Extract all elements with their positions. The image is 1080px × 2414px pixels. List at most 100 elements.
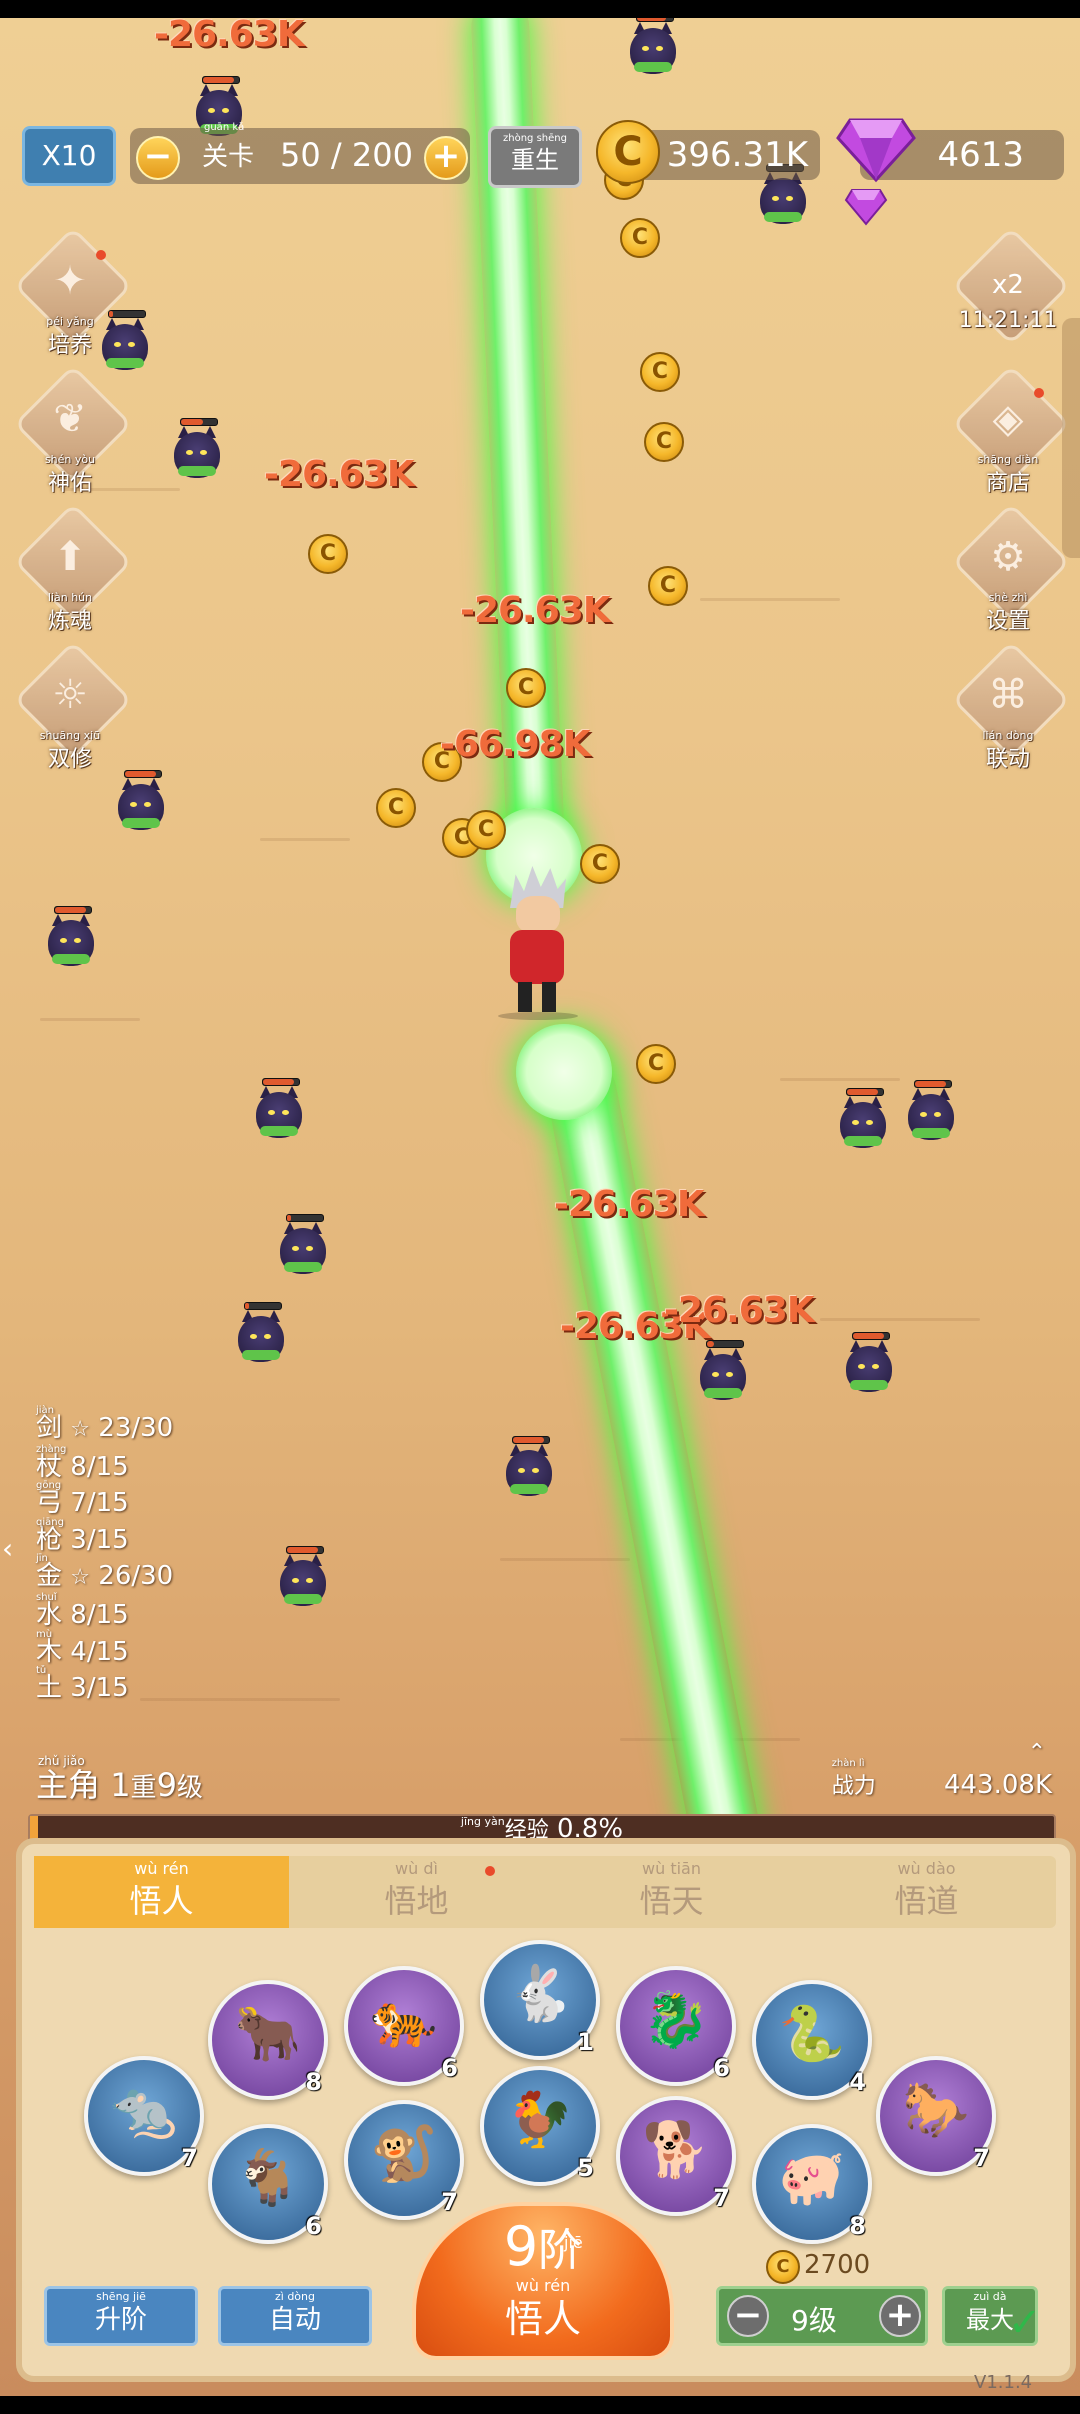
double-reward-button[interactable]: x2 11:21:11: [951, 226, 1071, 346]
double-bag-icon: x2: [992, 270, 1024, 300]
dual-cultivate-button[interactable]: ☼ shuāng xiū 双修: [13, 640, 133, 772]
laser-beam-lower: [540, 1051, 766, 1870]
monster[interactable]: [842, 1332, 896, 1396]
monster[interactable]: [114, 770, 168, 834]
stat-row: tǔ 土 3/15: [36, 1665, 129, 1704]
bless-icon: ❦: [53, 396, 87, 442]
gold-coin-drop[interactable]: C: [376, 788, 416, 828]
zodiac-monkey[interactable]: 🐒 7: [344, 2100, 464, 2220]
gold-coin-drop[interactable]: C: [636, 1044, 676, 1084]
monster[interactable]: [170, 418, 224, 482]
settings-button[interactable]: ⚙ shè zhì 设置: [951, 502, 1071, 634]
laser-beam-lower-tip: [516, 1024, 612, 1120]
gem-icon: [836, 118, 916, 183]
stat-row: mù 木 4/15: [36, 1628, 129, 1667]
monster[interactable]: [276, 1546, 330, 1610]
version-label: V1.1.4: [974, 2372, 1033, 2393]
side-drawer-tab[interactable]: [1062, 318, 1080, 558]
pig-icon: 🐖: [778, 2146, 846, 2209]
damage-number: -26.63K: [554, 1184, 705, 1225]
stage-value: 50 / 200: [280, 136, 413, 174]
snake-icon: 🐍: [778, 2002, 846, 2065]
dog-icon: 🐕: [642, 2118, 710, 2181]
level-stepper: − 9级 +: [716, 2286, 928, 2346]
stats-collapse-arrow[interactable]: ‹: [2, 1532, 13, 1565]
damage-number: -26.63K: [264, 454, 415, 495]
zodiac-snake[interactable]: 🐍 4: [752, 1980, 872, 2100]
rebirth-button[interactable]: zhòng shēng 重生: [488, 126, 582, 188]
combat-power: zhàn lì 战力 443.08K ⌃: [831, 1740, 1052, 1800]
player-level: zhǔ jiǎo 主角 1重9级: [36, 1754, 203, 1804]
zodiac-goat[interactable]: 🐐 6: [208, 2124, 328, 2244]
auto-button[interactable]: zì dòng 自动: [218, 2286, 372, 2346]
soul-refine-icon: ⬆: [53, 534, 87, 580]
gold-coin-drop[interactable]: C: [644, 422, 684, 462]
cultivate-icon: ✦: [53, 258, 87, 304]
level-plus-button[interactable]: +: [879, 2295, 921, 2337]
collab-button[interactable]: ⌘ lián dòng 联动: [951, 640, 1071, 772]
monster[interactable]: [502, 1436, 556, 1500]
gold-value: 396.31K: [666, 135, 808, 175]
zodiac-horse[interactable]: 🐎 7: [876, 2056, 996, 2176]
damage-number: -66.98K: [440, 724, 591, 765]
level-minus-button[interactable]: −: [727, 2295, 769, 2337]
zodiac-dragon[interactable]: 🐉 6: [616, 1966, 736, 2086]
bless-button[interactable]: ❦ shén yòu 神佑: [13, 364, 133, 496]
stage-next-button[interactable]: +: [424, 136, 468, 180]
stat-row: qiāng 枪 3/15: [36, 1516, 129, 1555]
ox-icon: 🐂: [234, 2002, 302, 2065]
zodiac-tiger[interactable]: 🐅 6: [344, 1966, 464, 2086]
monster[interactable]: [44, 906, 98, 970]
stage-prev-button[interactable]: −: [136, 136, 180, 180]
cultivate-button[interactable]: ✦ péi yǎng 培养: [13, 226, 133, 358]
gem-value: 4613: [937, 135, 1024, 175]
zodiac-rooster[interactable]: 🐓 5: [480, 2066, 600, 2186]
damage-number: -26.63K: [460, 590, 611, 631]
chevron-up-icon[interactable]: ⌃: [1028, 1740, 1046, 1765]
gear-icon: ⚙: [990, 534, 1026, 580]
monster[interactable]: [904, 1080, 958, 1144]
damage-number: -26.63K: [664, 1290, 815, 1331]
rabbit-icon: 🐇: [506, 1962, 574, 2025]
dragon-icon: 🐉: [642, 1988, 710, 2051]
collab-icon: ⌘: [988, 672, 1028, 718]
monster[interactable]: [626, 18, 680, 78]
monster[interactable]: [276, 1214, 330, 1278]
hero-character: [490, 866, 584, 1020]
gold-coin-drop[interactable]: C: [620, 218, 660, 258]
tab-wu-ren[interactable]: wù rén 悟人: [34, 1856, 289, 1928]
monster[interactable]: [234, 1302, 288, 1366]
zodiac-ox[interactable]: 🐂 8: [208, 1980, 328, 2100]
gold-coin-icon: C: [766, 2250, 800, 2284]
gold-coin-drop[interactable]: C: [506, 668, 546, 708]
damage-number: -26.63K: [154, 18, 305, 55]
upgrade-cost: 2700: [804, 2250, 871, 2280]
monster[interactable]: [252, 1078, 306, 1142]
gold-coin-icon: C: [596, 120, 660, 184]
tiger-icon: 🐅: [370, 1988, 438, 2051]
speed-multiplier-button[interactable]: X10: [22, 126, 116, 186]
gold-coin-drop[interactable]: C: [648, 566, 688, 606]
monkey-icon: 🐒: [370, 2122, 438, 2185]
zodiac-rabbit[interactable]: 🐇 1: [480, 1940, 600, 2060]
upgrade-tier-button[interactable]: shēng jiē 升阶: [44, 2286, 198, 2346]
soul-refine-button[interactable]: ⬆ liàn hún 炼魂: [13, 502, 133, 634]
tab-wu-di[interactable]: wù dì 悟地: [289, 1856, 544, 1928]
tab-wu-tian[interactable]: wù tiān 悟天: [544, 1856, 799, 1928]
checkmark-icon: ✓: [1008, 2300, 1042, 2346]
tab-bar: wù rén 悟人 wù dì 悟地 wù tiān 悟天 wù dào 悟道: [34, 1856, 1056, 1928]
gold-coin-drop[interactable]: C: [466, 810, 506, 850]
shop-button[interactable]: ◈ shāng diàn 商店: [951, 364, 1071, 496]
monster[interactable]: [696, 1340, 750, 1404]
stat-row: shuǐ 水 8/15: [36, 1591, 129, 1630]
gold-coin-drop[interactable]: C: [308, 534, 348, 574]
monster[interactable]: [836, 1088, 890, 1152]
gold-coin-drop[interactable]: C: [640, 352, 680, 392]
goat-icon: 🐐: [234, 2146, 302, 2209]
zodiac-pig[interactable]: 🐖 8: [752, 2124, 872, 2244]
tier-upgrade-button[interactable]: 9阶 jiē wù rén 悟人: [412, 2202, 674, 2360]
zodiac-rat[interactable]: 🐀 7: [84, 2056, 204, 2176]
tab-wu-dao[interactable]: wù dào 悟道: [799, 1856, 1054, 1928]
zodiac-dog[interactable]: 🐕 7: [616, 2096, 736, 2216]
gold-coin-drop[interactable]: C: [580, 844, 620, 884]
